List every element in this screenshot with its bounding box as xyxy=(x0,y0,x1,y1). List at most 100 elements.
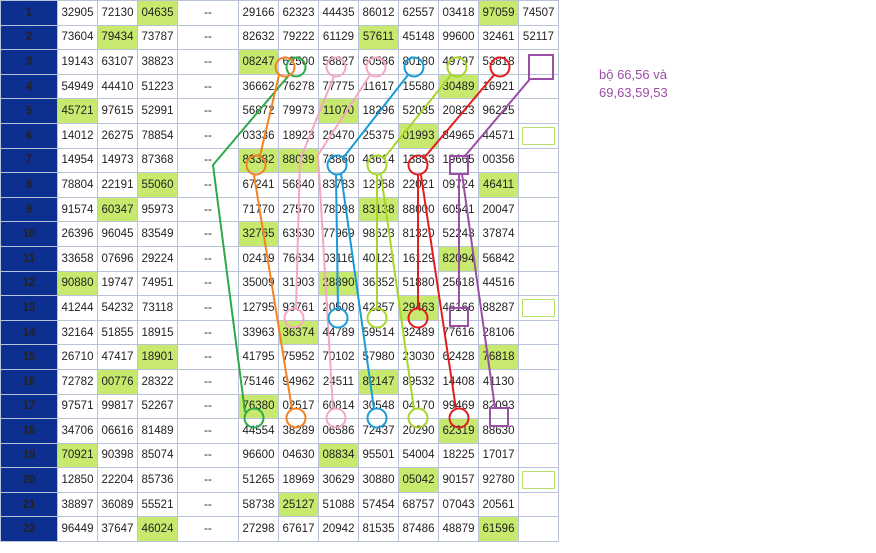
number-cell: 05042 xyxy=(398,467,439,493)
number-cell: 30548 xyxy=(358,393,399,420)
number-cell: 38823 xyxy=(137,49,178,75)
separator-cell: -- xyxy=(177,0,239,26)
table-row: 4 54949 44410 51223 -- 36662 76278 77775 11617 15… xyxy=(0,73,559,100)
number-cell: 44410 xyxy=(97,73,138,100)
number-cell: 60541 xyxy=(438,196,479,223)
number-cell: 19747 xyxy=(97,270,138,297)
number-cell: 58827 xyxy=(318,49,359,75)
number-cell: 82632 xyxy=(238,24,279,51)
number-cell xyxy=(518,245,559,272)
number-cell: 43614 xyxy=(358,147,399,174)
number-cell: 75146 xyxy=(238,368,279,395)
number-cell: 73860 xyxy=(318,147,359,174)
number-cell xyxy=(518,516,559,543)
number-cell: 11070 xyxy=(318,98,359,124)
number-cell: 31903 xyxy=(278,270,319,297)
number-cell: 73787 xyxy=(137,24,178,51)
number-cell: 61596 xyxy=(478,516,519,543)
number-cell: 32765 xyxy=(238,221,279,247)
number-cell: 18901 xyxy=(137,344,178,370)
day-number: 18 xyxy=(0,418,58,444)
number-cell: 82094 xyxy=(438,245,479,272)
number-cell: 74951 xyxy=(137,270,178,297)
number-cell: 72782 xyxy=(57,368,98,395)
day-number: 17 xyxy=(0,393,58,420)
day-number: 16 xyxy=(0,368,58,395)
number-cell: 96449 xyxy=(57,516,98,543)
number-cell: 25127 xyxy=(278,491,319,518)
number-cell: 03418 xyxy=(438,0,479,26)
number-cell: 30489 xyxy=(438,73,479,100)
number-cell: 97059 xyxy=(478,0,519,26)
number-cell: 79434 xyxy=(97,24,138,51)
number-cell: 27570 xyxy=(278,196,319,223)
table-row: 11 33658 07696 29224 -- 02419 76634 03116 40123 1… xyxy=(0,245,559,272)
number-cell: 20047 xyxy=(478,196,519,223)
day-number: 19 xyxy=(0,442,58,469)
separator-cell: -- xyxy=(177,122,239,149)
number-cell: 84965 xyxy=(438,122,479,149)
number-cell: 14973 xyxy=(97,147,138,174)
number-cell: 01993 xyxy=(398,122,439,149)
number-cell: 83382 xyxy=(238,147,279,174)
separator-cell: -- xyxy=(177,467,239,493)
number-cell: 99600 xyxy=(438,24,479,51)
number-cell: 56842 xyxy=(478,245,519,272)
number-cell: 29224 xyxy=(137,245,178,272)
table-row: 3 19143 63107 38823 -- 08247 62500 58827 60586 80… xyxy=(0,49,559,75)
number-cell: 28890 xyxy=(318,270,359,297)
number-cell xyxy=(518,98,559,124)
number-cell: 63107 xyxy=(97,49,138,75)
number-cell: 67617 xyxy=(278,516,319,543)
separator-cell: -- xyxy=(177,221,239,247)
day-number: 20 xyxy=(0,467,58,493)
number-cell: 72130 xyxy=(97,0,138,26)
number-cell: 44435 xyxy=(318,0,359,26)
day-number: 3 xyxy=(0,49,58,75)
day-number: 22 xyxy=(0,516,58,543)
day-number: 4 xyxy=(0,73,58,100)
number-cell: 73604 xyxy=(57,24,98,51)
number-cell: 25375 xyxy=(358,122,399,149)
number-cell: 88630 xyxy=(478,418,519,444)
number-cell: 20561 xyxy=(478,491,519,518)
number-cell: 08834 xyxy=(318,442,359,469)
number-cell: 91574 xyxy=(57,196,98,223)
number-cell: 54949 xyxy=(57,73,98,100)
number-cell: 09724 xyxy=(438,172,479,198)
number-cell: 55060 xyxy=(137,172,178,198)
number-cell: 93761 xyxy=(278,295,319,321)
number-cell: 18969 xyxy=(278,467,319,493)
number-cell: 42857 xyxy=(358,295,399,321)
number-cell: 82093 xyxy=(478,393,519,420)
number-cell: 45721 xyxy=(57,98,98,124)
table-row: 18 34706 06616 81489 -- 44554 38289 06586 72437 2… xyxy=(0,418,559,444)
number-cell: 41795 xyxy=(238,344,279,370)
number-cell: 30629 xyxy=(318,467,359,493)
number-cell: 26710 xyxy=(57,344,98,370)
number-cell: 99817 xyxy=(97,393,138,420)
day-number: 1 xyxy=(0,0,58,26)
number-cell: 51088 xyxy=(318,491,359,518)
separator-cell: -- xyxy=(177,491,239,518)
number-cell: 55521 xyxy=(137,491,178,518)
number-cell: 78854 xyxy=(137,122,178,149)
day-number: 11 xyxy=(0,245,58,272)
number-cell: 67241 xyxy=(238,172,279,198)
number-cell: 60814 xyxy=(318,393,359,420)
day-number: 12 xyxy=(0,270,58,297)
number-cell: 81489 xyxy=(137,418,178,444)
table-row: 8 78804 22191 55060 -- 67241 56840 83783 12958 22… xyxy=(0,172,559,198)
number-cell: 51223 xyxy=(137,73,178,100)
number-cell: 47417 xyxy=(97,344,138,370)
number-cell: 44571 xyxy=(478,122,519,149)
number-cell: 52243 xyxy=(438,221,479,247)
number-cell xyxy=(518,344,559,370)
number-cell: 32461 xyxy=(478,24,519,51)
number-cell: 60347 xyxy=(97,196,138,223)
separator-cell: -- xyxy=(177,393,239,420)
number-cell: 16129 xyxy=(398,245,439,272)
number-cell: 96600 xyxy=(238,442,279,469)
number-cell: 08247 xyxy=(238,49,279,75)
day-number: 14 xyxy=(0,319,58,346)
